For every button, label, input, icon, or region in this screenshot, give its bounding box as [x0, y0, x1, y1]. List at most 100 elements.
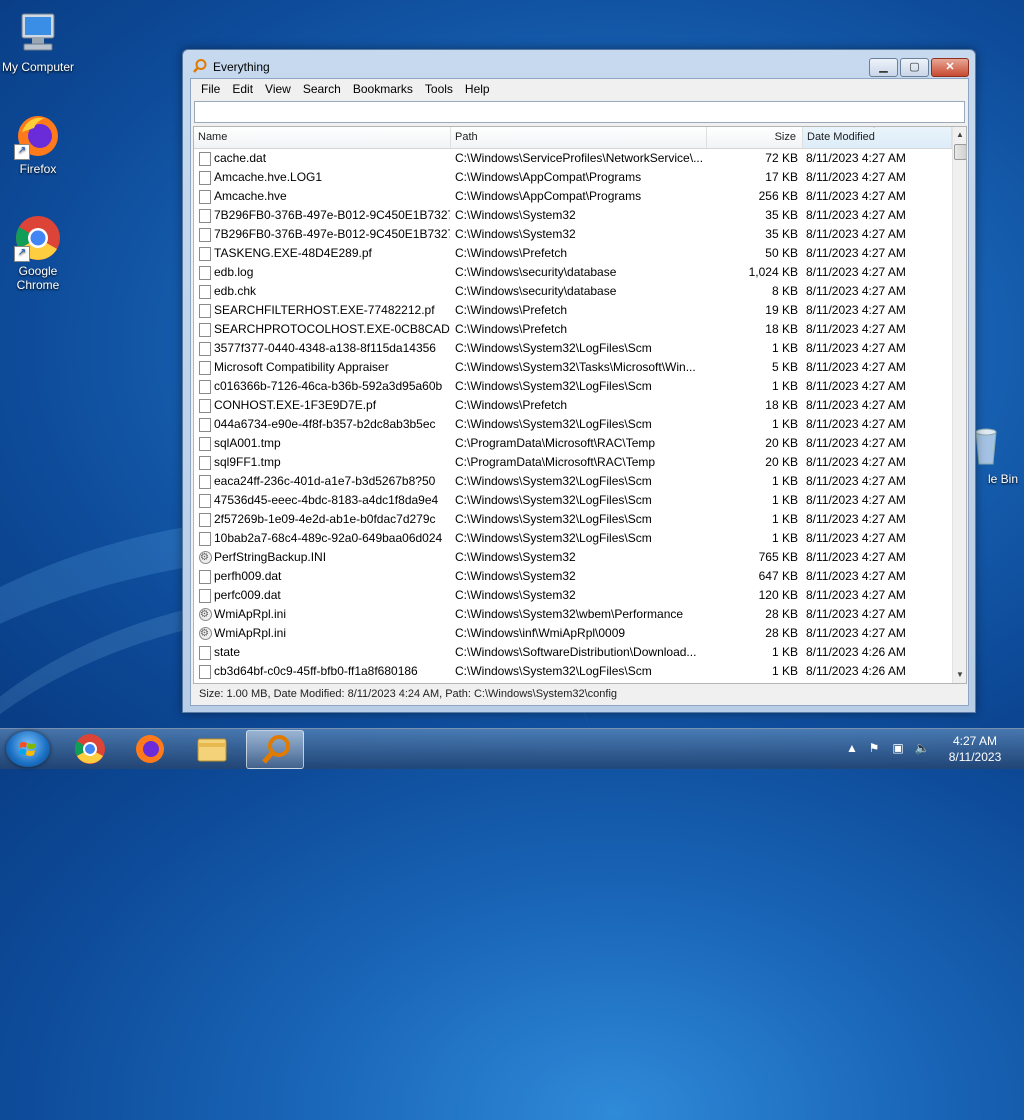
show-hidden-icons-icon[interactable]: ▲ [844, 741, 860, 757]
network-icon[interactable]: ▣ [890, 741, 906, 757]
table-row[interactable]: edb.chk C:\Windows\security\database 8 KB 8… [194, 282, 952, 301]
close-button[interactable]: ✕ [931, 58, 969, 77]
scroll-down-arrow-icon[interactable]: ▼ [953, 667, 966, 683]
results-list[interactable]: Name Path Size Date Modified ▾ cache.dat… [193, 126, 967, 684]
file-date-modified: 8/11/2023 4:27 AM [806, 474, 906, 488]
file-path: C:\Windows\System32\LogFiles\Scm [455, 493, 652, 507]
column-header-size[interactable]: Size [707, 127, 803, 148]
taskbar-everything[interactable] [246, 730, 304, 769]
table-row[interactable]: WmiApRpl.ini C:\Windows\inf\WmiApRpl\0009… [194, 624, 952, 643]
scroll-up-arrow-icon[interactable]: ▲ [953, 127, 966, 143]
list-header: Name Path Size Date Modified ▾ [194, 127, 952, 149]
taskbar-file-explorer[interactable] [184, 730, 240, 767]
clock-time: 4:27 AM [952, 734, 998, 748]
file-name: CONHOST.EXE-1F3E9D7E.pf [214, 398, 377, 412]
table-row[interactable]: perfc009.dat C:\Windows\System32 120 KB 8/1… [194, 586, 952, 605]
table-row[interactable]: c016366b-7126-46ca-b36b-592a3d95a60b C:\W… [194, 377, 952, 396]
everything-window[interactable]: Everything ▁ ▢ ✕ File Edit View Search B… [182, 49, 976, 713]
taskbar-firefox[interactable] [122, 730, 178, 767]
column-header-name[interactable]: Name [194, 127, 451, 148]
desktop-icon-label: Google Chrome [16, 264, 60, 292]
speaker-muted-icon[interactable]: 🔈 [914, 741, 930, 757]
file-date-modified: 8/11/2023 4:27 AM [806, 626, 906, 640]
menu-view[interactable]: View [259, 79, 297, 99]
file-size: 647 KB [758, 569, 798, 583]
table-row[interactable]: 10bab2a7-68c4-489c-92a0-649baa06d024 C:\W… [194, 529, 952, 548]
menu-bookmarks[interactable]: Bookmarks [347, 79, 419, 99]
maximize-button[interactable]: ▢ [900, 58, 929, 77]
menu-file[interactable]: File [195, 79, 226, 99]
file-name: Amcache.hve [214, 189, 287, 203]
scrollbar-thumb[interactable] [954, 144, 966, 160]
file-date-modified: 8/11/2023 4:27 AM [806, 550, 906, 564]
menu-bar: File Edit View Search Bookmarks Tools He… [191, 79, 968, 99]
vertical-scrollbar[interactable]: ▲ ▼ [952, 127, 966, 683]
table-row[interactable]: 7B296FB0-376B-497e-B012-9C450E1B7327... C… [194, 225, 952, 244]
table-row[interactable]: 044a6734-e90e-4f8f-b357-b2dc8ab3b5ec C:\W… [194, 415, 952, 434]
table-row[interactable]: SEARCHFILTERHOST.EXE-77482212.pf C:\Windo… [194, 301, 952, 320]
action-center-flag-icon[interactable]: ⚑ [866, 741, 882, 757]
file-icon [199, 266, 211, 280]
table-row[interactable]: 7B296FB0-376B-497e-B012-9C450E1B7327... C… [194, 206, 952, 225]
system-clock[interactable]: 4:27 AM 8/11/2023 [936, 733, 1014, 765]
clock-date: 8/11/2023 [948, 750, 1002, 764]
file-size: 1 KB [771, 664, 798, 678]
file-path: C:\Windows\security\database [455, 265, 617, 279]
file-date-modified: 8/11/2023 4:26 AM [806, 664, 906, 678]
table-row[interactable]: eaca24ff-236c-401d-a1e7-b3d5267b8?50 C:\W… [194, 472, 952, 491]
settings-file-icon [199, 624, 212, 643]
desktop-icon-chrome[interactable]: ↗ Google Chrome [0, 214, 76, 292]
desktop-icon-firefox[interactable]: ↗ Firefox [0, 112, 76, 176]
taskbar-chrome[interactable] [62, 730, 118, 767]
table-row[interactable]: sqlA001.tmp C:\ProgramData\Microsoft\RAC\… [194, 434, 952, 453]
file-path: C:\Windows\System32\LogFiles\Scm [455, 379, 652, 393]
table-row[interactable]: edb.log C:\Windows\security\database 1,024… [194, 263, 952, 282]
table-row[interactable]: perfh009.dat C:\Windows\System32 647 KB 8/1… [194, 567, 952, 586]
table-row[interactable]: sql9FF1.tmp C:\ProgramData\Microsoft\RAC\… [194, 453, 952, 472]
magnifier-icon [262, 735, 290, 764]
file-name: Amcache.hve.LOG1 [214, 170, 323, 184]
table-row[interactable]: cb3d64bf-c0c9-45ff-bfb0-ff1a8f680186 C:\W… [194, 662, 952, 681]
file-path: C:\Windows\inf\WmiApRpl\0009 [455, 626, 626, 640]
column-header-date-modified[interactable]: Date Modified [803, 127, 952, 148]
shortcut-arrow-icon: ↗ [14, 246, 30, 262]
table-row[interactable]: PerfStringBackup.INI C:\Windows\System32 7… [194, 548, 952, 567]
menu-help[interactable]: Help [459, 79, 496, 99]
table-row[interactable]: TASKENG.EXE-48D4E289.pf C:\Windows\Prefet… [194, 244, 952, 263]
file-path: C:\Windows\System32\LogFiles\Scm [455, 474, 652, 488]
file-name: edb.chk [214, 284, 257, 298]
file-date-modified: 8/11/2023 4:27 AM [806, 284, 906, 298]
file-name: perfh009.dat [214, 569, 282, 583]
table-row[interactable]: state C:\Windows\SoftwareDistribution\Dow… [194, 643, 952, 662]
menu-search[interactable]: Search [297, 79, 347, 99]
file-path: C:\Windows\Prefetch [455, 398, 568, 412]
column-header-path[interactable]: Path [451, 127, 707, 148]
menu-tools[interactable]: Tools [419, 79, 459, 99]
file-path: C:\Windows\System32\wbem\Performance [455, 607, 684, 621]
desktop-icon-my-computer[interactable]: My Computer [0, 10, 76, 74]
table-row[interactable]: cache.dat C:\Windows\ServiceProfiles\Netw… [194, 149, 952, 168]
menu-edit[interactable]: Edit [226, 79, 259, 99]
file-path: C:\Windows\System32 [455, 569, 576, 583]
file-size: 765 KB [758, 550, 798, 564]
sort-descending-icon: ▾ [872, 127, 876, 130]
start-button[interactable] [6, 731, 50, 767]
list-rows: cache.dat C:\Windows\ServiceProfiles\Netw… [194, 149, 952, 681]
table-row[interactable]: Amcache.hve.LOG1 C:\Windows\AppCompat\Pro… [194, 168, 952, 187]
window-title: Everything [213, 60, 270, 74]
table-row[interactable]: 47536d45-eeec-4bdc-8183-a4dc1f8da9e4 C:\W… [194, 491, 952, 510]
table-row[interactable]: WmiApRpl.ini C:\Windows\System32\wbem\Per… [194, 605, 952, 624]
table-row[interactable]: SEARCHPROTOCOLHOST.EXE-0CB8CADE... C:\Win… [194, 320, 952, 339]
table-row[interactable]: 3577f377-0440-4348-a138-8f115da14356 C:\W… [194, 339, 952, 358]
table-row[interactable]: CONHOST.EXE-1F3E9D7E.pf C:\Windows\Prefet… [194, 396, 952, 415]
search-input[interactable] [194, 101, 965, 123]
computer-icon [14, 10, 62, 58]
table-row[interactable]: Microsoft Compatibility Appraiser C:\Wind… [194, 358, 952, 377]
file-date-modified: 8/11/2023 4:27 AM [806, 303, 906, 317]
file-icon [199, 589, 211, 603]
table-row[interactable]: Amcache.hve C:\Windows\AppCompat\Programs… [194, 187, 952, 206]
table-row[interactable]: 2f57269b-1e09-4e2d-ab1e-b0fdac7d279c C:\W… [194, 510, 952, 529]
title-bar[interactable]: Everything ▁ ▢ ✕ [183, 50, 975, 80]
minimize-button[interactable]: ▁ [869, 58, 898, 77]
file-size: 1 KB [771, 531, 798, 545]
